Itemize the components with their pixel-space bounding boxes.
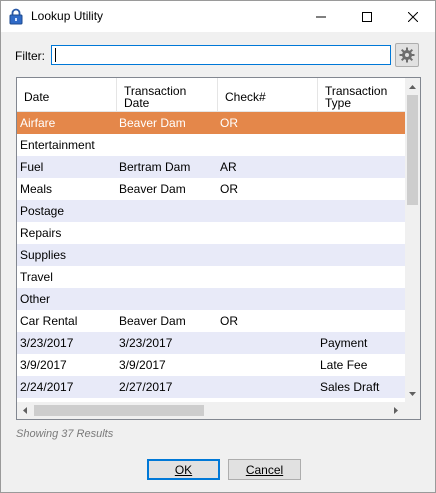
table-cell: 3/23/2017 [119,336,173,350]
close-icon [408,11,418,22]
grid-header: Date Transaction Date Check# Transaction… [17,78,405,112]
lock-icon [9,8,23,25]
vertical-scroll-thumb[interactable] [407,95,418,205]
grid-body: Airfare Beaver Dam OR Entertainment Fuel Bert… [17,112,405,398]
table-row[interactable]: Travel [17,266,405,288]
table-cell: Travel [20,270,53,284]
table-cell: OR [220,314,238,328]
cancel-button-label: Cancel [245,462,284,477]
table-row[interactable]: 2/24/2017 2/27/2017 Sales Draft [17,376,405,398]
table-cell: Airfare [20,116,56,130]
table-row[interactable]: Entertainment [17,134,405,156]
chevron-up-icon [409,84,416,89]
window-title: Lookup Utility [31,9,104,23]
table-cell: Entertainment [20,138,95,152]
column-header-check[interactable]: Check# [218,78,318,111]
gear-icon [399,47,415,63]
table-cell: OR [220,182,238,196]
close-button[interactable] [390,1,436,32]
results-status: Showing 37 Results [16,428,114,440]
filter-input[interactable] [51,45,391,65]
table-cell: 3/23/2017 [20,336,74,350]
table-cell: Fuel [20,160,44,174]
scroll-right-arrow[interactable] [388,402,403,419]
table-row[interactable]: Postage [17,200,405,222]
table-cell: Beaver Dam [119,116,186,130]
column-header-transaction-date[interactable]: Transaction Date [117,78,218,111]
results-grid[interactable]: Date Transaction Date Check# Transaction… [16,77,421,420]
ok-button-label: OK [174,462,193,477]
table-cell: Beaver Dam [119,182,186,196]
ok-button[interactable]: OK [147,459,220,480]
maximize-button[interactable] [344,1,390,32]
table-cell: AR [220,160,237,174]
scroll-up-arrow[interactable] [405,78,420,95]
chevron-down-icon [409,391,416,396]
horizontal-scrollbar[interactable] [17,402,405,419]
table-cell: 2/27/2017 [119,380,173,394]
table-cell: 3/9/2017 [119,358,166,372]
cancel-button[interactable]: Cancel [228,459,301,480]
horizontal-scroll-thumb[interactable] [34,405,204,416]
column-header-transaction-type[interactable]: Transaction Type [318,78,405,111]
table-cell: 2/24/2017 [20,380,74,394]
table-row[interactable]: Supplies [17,244,405,266]
table-cell: Postage [20,204,65,218]
table-cell: Payment [320,336,368,350]
table-row[interactable]: Car Rental Beaver Dam OR [17,310,405,332]
table-cell: Late Fee [320,358,368,372]
vertical-scrollbar[interactable] [405,78,420,402]
scroll-down-arrow[interactable] [405,385,420,402]
title-bar[interactable]: Lookup Utility [1,1,435,32]
table-row[interactable]: Meals Beaver Dam OR [17,178,405,200]
minimize-button[interactable] [298,1,344,32]
table-cell: Supplies [20,248,67,262]
table-cell: Meals [20,182,53,196]
table-row[interactable]: 3/9/2017 3/9/2017 Late Fee [17,354,405,376]
filter-label: Filter: [15,49,45,63]
table-cell: Other [20,292,51,306]
table-row[interactable]: Fuel Bertram Dam AR [17,156,405,178]
column-header-date[interactable]: Date [17,78,117,111]
scrollbar-corner [405,402,420,419]
table-row[interactable]: Repairs [17,222,405,244]
table-cell: Car Rental [20,314,78,328]
table-row[interactable]: 3/23/2017 3/23/2017 Payment [17,332,405,354]
maximize-icon [362,11,372,22]
table-cell: 3/9/2017 [20,358,67,372]
chevron-right-icon [393,407,398,414]
table-cell: Sales Draft [320,380,380,394]
table-cell: Bertram Dam [119,160,191,174]
minimize-icon [316,16,326,17]
settings-button[interactable] [395,43,419,67]
lookup-utility-window: Lookup Utility Filter: Date Transaction … [0,0,436,493]
table-cell: Beaver Dam [119,314,186,328]
text-caret [55,48,56,62]
table-cell: OR [220,116,238,130]
table-row[interactable]: Airfare Beaver Dam OR [17,112,405,134]
scroll-left-arrow[interactable] [17,402,32,419]
table-row[interactable]: Other [17,288,405,310]
chevron-left-icon [22,407,27,414]
table-cell: Repairs [20,226,62,240]
